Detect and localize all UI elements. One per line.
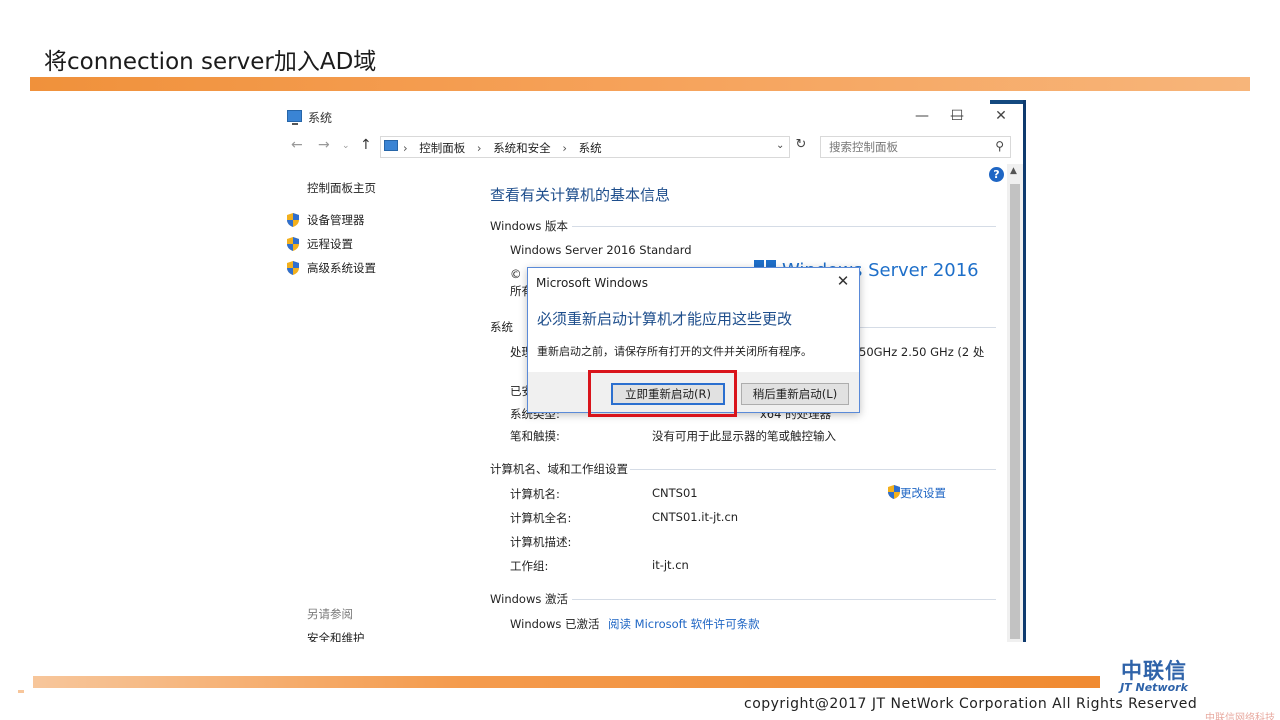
search-icon[interactable]: ⚲ — [995, 139, 1004, 153]
breadcrumb-system-security[interactable]: 系统和安全 — [493, 141, 551, 155]
edition-section-heading: Windows 版本 — [490, 219, 568, 233]
system-icon — [287, 110, 302, 125]
full-computer-name-label: 计算机全名: — [510, 511, 572, 525]
processor-value: 50GHz 2.50 GHz (2 处 — [859, 345, 985, 359]
watermark-text: 中联信网络科技 — [1205, 713, 1275, 720]
copyright-partial: © — [510, 267, 522, 281]
uac-shield-icon — [888, 485, 900, 499]
copyright-text: copyright@2017 JT NetWork Corporation Al… — [744, 696, 1198, 712]
logo-english: JT Network — [1120, 681, 1188, 694]
highlight-annotation — [588, 370, 737, 417]
help-icon[interactable]: ? — [989, 167, 1004, 182]
search-input[interactable] — [829, 140, 984, 154]
uac-shield-icon — [287, 261, 299, 275]
computer-description-label: 计算机描述: — [510, 535, 572, 549]
slide-title: 将connection server加入AD域 — [44, 49, 377, 75]
dialog-title: Microsoft Windows — [536, 276, 648, 290]
divider — [630, 469, 996, 470]
sidebar-item-label: 高级系统设置 — [307, 261, 376, 275]
bottom-accent-mark — [18, 690, 24, 693]
sidebar-item-label: 设备管理器 — [307, 213, 365, 227]
restart-later-button[interactable]: 稍后重新启动(L) — [741, 383, 849, 405]
dialog-close-button[interactable]: ✕ — [833, 272, 853, 292]
up-arrow-icon[interactable]: ↑ — [360, 137, 372, 153]
security-maintenance-link[interactable]: 安全和维护 — [307, 630, 365, 642]
address-box[interactable]: › 控制面板 › 系统和安全 › 系统 — [380, 136, 790, 158]
activation-status: Windows 已激活 — [510, 617, 600, 631]
pen-touch-value: 没有可用于此显示器的笔或触控输入 — [652, 429, 836, 443]
full-computer-name-value: CNTS01.it-jt.cn — [652, 510, 739, 524]
divider — [860, 327, 996, 328]
workgroup-label: 工作组: — [510, 559, 549, 573]
divider — [572, 226, 996, 227]
logo-chinese: 中联信 — [1121, 659, 1187, 683]
window-title: 系统 — [308, 111, 333, 125]
back-arrow-icon[interactable]: ← — [291, 137, 303, 153]
control-panel-icon — [384, 140, 398, 151]
uac-shield-icon — [287, 237, 299, 251]
search-box[interactable]: ⚲ — [820, 136, 1011, 158]
bottom-accent-bar — [33, 676, 1100, 688]
company-logo: 中联信 JT Network — [1104, 660, 1204, 694]
vertical-scrollbar[interactable]: ▲ — [1007, 164, 1023, 642]
pen-touch-label: 笔和触摸: — [510, 429, 560, 443]
system-section-heading: 系统 — [490, 320, 513, 334]
workgroup-value: it-jt.cn — [652, 558, 689, 572]
dialog-message: 重新启动之前，请保存所有打开的文件并关闭所有程序。 — [537, 345, 812, 358]
edition-value: Windows Server 2016 Standard — [510, 243, 692, 257]
see-also-heading: 另请参阅 — [307, 607, 353, 621]
scroll-thumb[interactable] — [1010, 184, 1020, 639]
recent-chevron-icon[interactable]: ⌄ — [342, 141, 350, 151]
license-terms-link[interactable]: 阅读 Microsoft 软件许可条款 — [608, 616, 760, 632]
breadcrumb: › 控制面板 › 系统和安全 › 系统 — [403, 141, 602, 155]
sidebar-item-label: 远程设置 — [307, 237, 353, 251]
close-button[interactable]: ✕ — [984, 104, 1018, 128]
refresh-icon[interactable]: ↻ — [792, 137, 810, 157]
change-settings-link[interactable]: 更改设置 — [888, 485, 946, 501]
maximize-button[interactable]: ☐ — [940, 104, 974, 128]
dialog-heading: 必须重新启动计算机才能应用这些更改 — [537, 310, 793, 328]
breadcrumb-control-panel[interactable]: 控制面板 — [419, 141, 465, 155]
page-title: 查看有关计算机的基本信息 — [490, 186, 671, 204]
top-accent-bar — [30, 77, 1250, 91]
scroll-up-icon[interactable]: ▲ — [1010, 166, 1017, 176]
address-dropdown-icon[interactable]: ⌄ — [776, 140, 784, 151]
uac-shield-icon — [287, 213, 299, 227]
computer-name-label: 计算机名: — [510, 487, 560, 501]
activation-section-heading: Windows 激活 — [490, 592, 568, 606]
computer-name-section-heading: 计算机名、域和工作组设置 — [490, 462, 628, 476]
breadcrumb-system[interactable]: 系统 — [579, 141, 602, 155]
forward-arrow-icon[interactable]: → — [318, 137, 330, 153]
minimize-button[interactable]: — — [905, 104, 939, 128]
address-bar-row: ← → ⌄ ↑ › 控制面板 › 系统和安全 › 系统 ⌄ ↻ ⚲ — [280, 134, 1023, 162]
title-bar[interactable]: 系统 — — ☐ ✕ — [280, 100, 1023, 132]
divider — [572, 599, 996, 600]
computer-name-value: CNTS01 — [652, 486, 698, 500]
control-panel-home-link[interactable]: 控制面板主页 — [307, 180, 376, 196]
